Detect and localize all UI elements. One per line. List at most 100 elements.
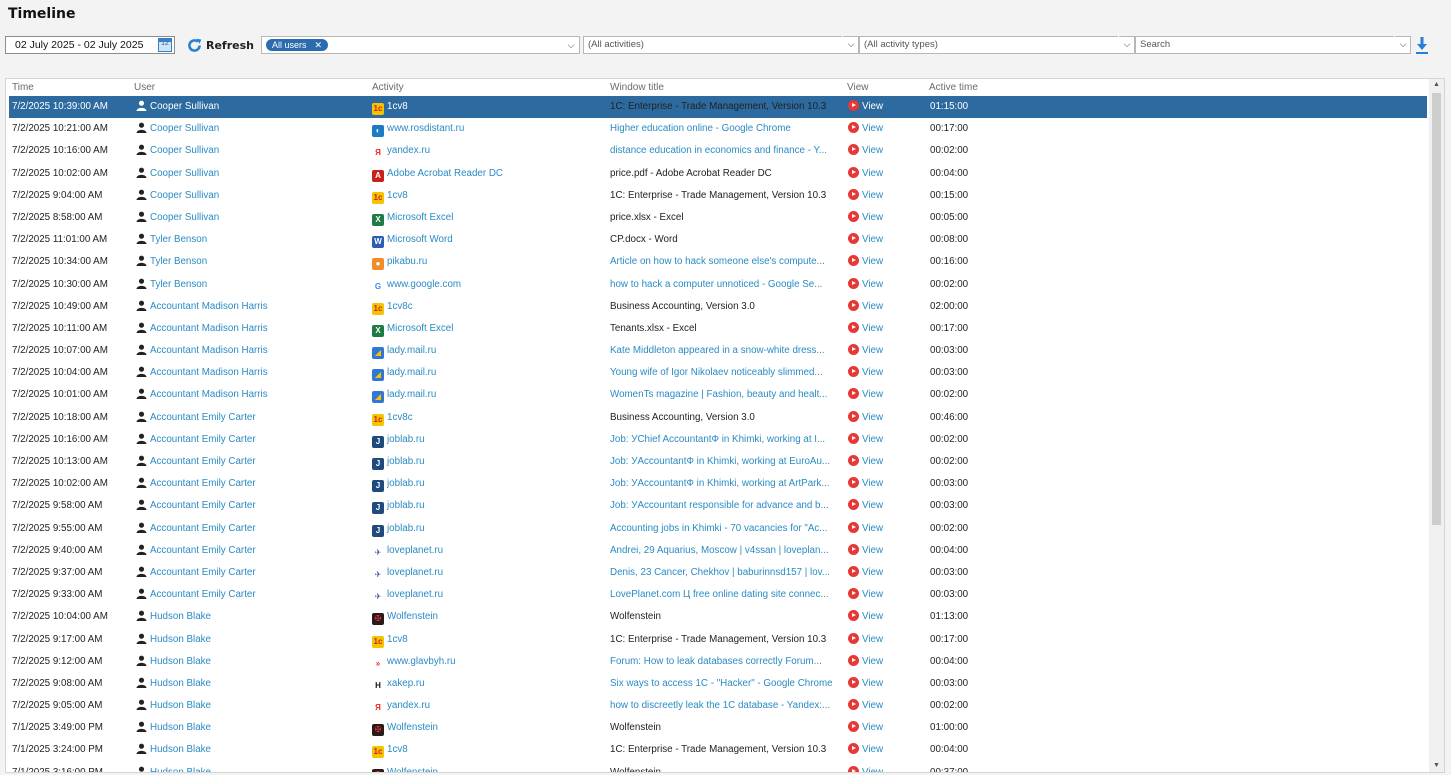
view-link[interactable]: View (862, 611, 883, 622)
view-link[interactable]: View (862, 567, 883, 578)
activity-link[interactable]: www.rosdistant.ru (387, 123, 464, 134)
window-title[interactable]: Accounting jobs in Khimki - 70 vacancies… (610, 523, 827, 534)
table-row[interactable]: 7/2/2025 10:04:00 AM Hudson Blake ✠ Wolfens… (9, 606, 1427, 628)
chevron-down-icon[interactable]: ⌵ (562, 37, 579, 53)
user-cell[interactable]: Accountant Emily Carter (136, 540, 366, 562)
user-link[interactable]: Cooper Sullivan (150, 168, 219, 179)
view-cell[interactable]: View (848, 384, 918, 406)
window-title-cell[interactable]: Kate Middleton appeared in a snow-white … (610, 340, 842, 362)
view-cell[interactable]: View (848, 540, 918, 562)
play-icon[interactable] (848, 765, 859, 772)
user-cell[interactable]: Hudson Blake (136, 717, 366, 739)
window-title[interactable]: how to hack a computer unnoticed - Googl… (610, 279, 822, 290)
view-link[interactable]: View (862, 523, 883, 534)
window-title[interactable]: Andrei, 29 Aquarius, Moscow | v4ssan | l… (610, 545, 829, 556)
activity-link[interactable]: www.glavbyh.ru (387, 656, 456, 667)
activity-cell[interactable]: 1c 1cv8 (372, 629, 602, 651)
window-title[interactable]: Job: УChief AccountantФ in Khimki, worki… (610, 434, 825, 445)
table-row[interactable]: 7/2/2025 8:58:00 AM Cooper Sullivan X Micro… (9, 207, 1427, 229)
view-cell[interactable]: View (848, 495, 918, 517)
activity-cell[interactable]: Яyandex.ru (372, 140, 602, 162)
user-link[interactable]: Tyler Benson (150, 234, 207, 245)
play-icon[interactable] (848, 100, 859, 111)
table-row[interactable]: 7/2/2025 10:34:00 AM Tyler Benson ● pikabu.… (9, 251, 1427, 273)
user-link[interactable]: Accountant Emily Carter (150, 567, 256, 578)
view-cell[interactable]: View (848, 717, 918, 739)
table-row[interactable]: 7/2/2025 9:40:00 AM Accountant Emily Cart… (9, 540, 1427, 562)
play-icon[interactable] (848, 477, 859, 489)
activity-link[interactable]: Microsoft Word (387, 234, 453, 245)
table-row[interactable]: 7/2/2025 9:04:00 AM Cooper Sullivan 1c 1cv8… (9, 185, 1427, 207)
user-link[interactable]: Accountant Emily Carter (150, 412, 256, 423)
view-link[interactable]: View (862, 500, 883, 511)
play-icon[interactable] (848, 144, 859, 156)
user-link[interactable]: Tyler Benson (150, 256, 207, 267)
table-row[interactable]: 7/2/2025 9:55:00 AM Accountant Emily Cart… (9, 518, 1427, 540)
activity-cell[interactable]: Gwww.google.com (372, 274, 602, 296)
play-icon[interactable] (848, 632, 859, 644)
activities-filter[interactable]: (All activities) (583, 36, 859, 54)
view-cell[interactable]: View (848, 739, 918, 761)
window-title-cell[interactable]: Young wife of Igor Nikolaev noticeably s… (610, 362, 842, 384)
play-icon[interactable] (848, 432, 859, 444)
user-cell[interactable]: Cooper Sullivan (136, 207, 366, 229)
play-icon[interactable] (848, 543, 859, 555)
user-link[interactable]: Hudson Blake (150, 700, 211, 711)
window-title-cell[interactable]: Forum: How to leak databases correctly F… (610, 651, 842, 673)
view-cell[interactable]: View (848, 362, 918, 384)
activity-link[interactable]: 1cv8 (387, 744, 408, 755)
view-link[interactable]: View (862, 700, 883, 711)
view-cell[interactable]: View (848, 584, 918, 606)
window-title-cell[interactable]: Andrei, 29 Aquarius, Moscow | v4ssan | l… (610, 540, 842, 562)
activity-link[interactable]: xakep.ru (387, 678, 425, 689)
view-cell[interactable]: View (848, 606, 918, 628)
activity-cell[interactable]: ◢ lady.mail.ru (372, 362, 602, 384)
user-cell[interactable]: Accountant Madison Harris (136, 362, 366, 384)
view-link[interactable]: View (862, 101, 883, 112)
user-link[interactable]: Cooper Sullivan (150, 212, 219, 223)
table-row[interactable]: 7/2/2025 9:58:00 AM Accountant Emily Cart… (9, 495, 1427, 517)
window-title-cell[interactable]: Job: УChief AccountantФ in Khimki, worki… (610, 429, 842, 451)
window-title-cell[interactable]: Six ways to access 1C - "Hacker" - Googl… (610, 673, 842, 695)
play-icon[interactable] (848, 388, 859, 400)
user-cell[interactable]: Accountant Emily Carter (136, 473, 366, 495)
table-row[interactable]: 7/2/2025 9:37:00 AM Accountant Emily Cart… (9, 562, 1427, 584)
view-cell[interactable]: View (848, 629, 918, 651)
view-cell[interactable]: View (848, 407, 918, 429)
user-link[interactable]: Cooper Sullivan (150, 101, 219, 112)
window-title-cell[interactable]: how to hack a computer unnoticed - Googl… (610, 274, 842, 296)
view-cell[interactable]: View (848, 340, 918, 362)
user-cell[interactable]: Accountant Madison Harris (136, 384, 366, 406)
window-title-cell[interactable]: Higher education online - Google Chrome (610, 118, 842, 140)
activity-link[interactable]: loveplanet.ru (387, 545, 443, 556)
window-title[interactable]: distance education in economics and fina… (610, 145, 827, 156)
table-row[interactable]: 7/2/2025 10:30:00 AM Tyler Benson Gwww.goo… (9, 274, 1427, 296)
user-link[interactable]: Tyler Benson (150, 279, 207, 290)
activity-cell[interactable]: X Microsoft Excel (372, 207, 602, 229)
user-cell[interactable]: Hudson Blake (136, 739, 366, 761)
user-cell[interactable]: Accountant Madison Harris (136, 318, 366, 340)
user-cell[interactable]: Accountant Madison Harris (136, 340, 366, 362)
activity-link[interactable]: yandex.ru (387, 700, 430, 711)
view-link[interactable]: View (862, 279, 883, 290)
user-link[interactable]: Accountant Emily Carter (150, 434, 256, 445)
activity-link[interactable]: yandex.ru (387, 145, 430, 156)
activity-link[interactable]: joblab.ru (387, 523, 425, 534)
window-title[interactable]: Higher education online - Google Chrome (610, 123, 791, 134)
activity-cell[interactable]: ✈ loveplanet.ru (372, 584, 602, 606)
window-title[interactable]: Job: УAccountantФ in Khimki, working at … (610, 478, 830, 489)
view-link[interactable]: View (862, 389, 883, 400)
user-cell[interactable]: Tyler Benson (136, 251, 366, 273)
activity-types-filter[interactable]: (All activity types) (859, 36, 1135, 54)
play-icon[interactable] (848, 122, 859, 134)
view-cell[interactable]: View (848, 140, 918, 162)
window-title[interactable]: Article on how to hack someone else's co… (610, 256, 825, 267)
column-header-view[interactable]: View (847, 82, 869, 93)
view-link[interactable]: View (862, 456, 883, 467)
column-header-activity[interactable]: Activity (372, 82, 404, 93)
view-link[interactable]: View (862, 256, 883, 267)
activity-link[interactable]: joblab.ru (387, 434, 425, 445)
window-title[interactable]: LovePlanet.com Ц free online dating site… (610, 589, 829, 600)
user-cell[interactable]: Accountant Emily Carter (136, 495, 366, 517)
activity-link[interactable]: lady.mail.ru (387, 389, 436, 400)
